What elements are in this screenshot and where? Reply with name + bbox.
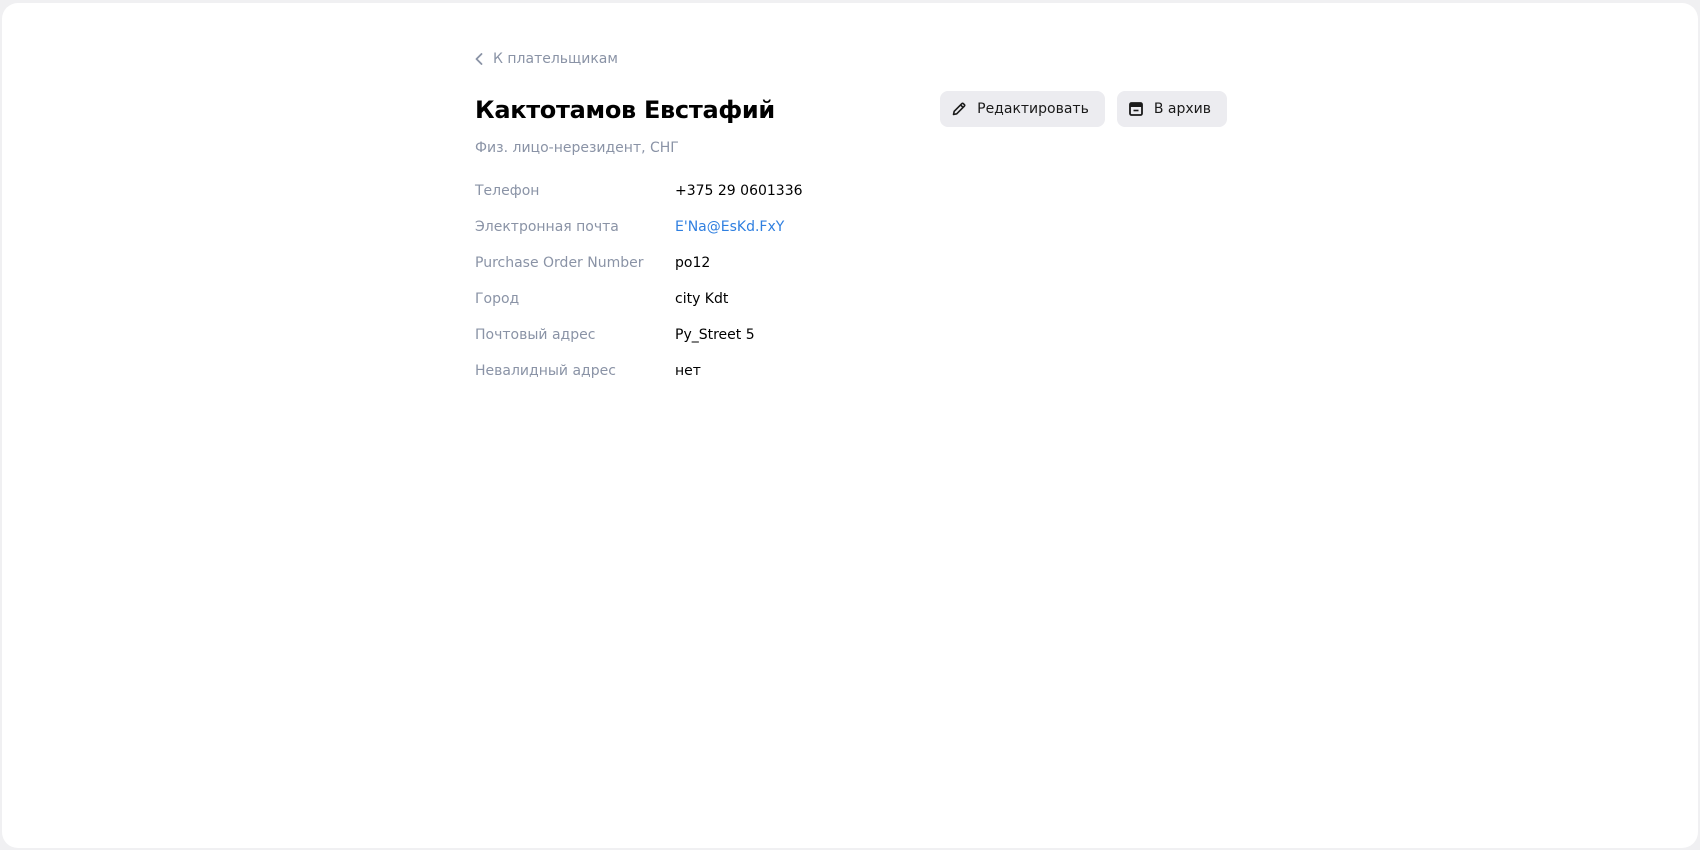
property-row-po-number: Purchase Order Number po12 bbox=[475, 255, 1075, 291]
pencil-icon bbox=[950, 100, 968, 118]
back-to-payers-link[interactable]: К плательщикам bbox=[475, 51, 618, 67]
property-label: Город bbox=[475, 291, 520, 307]
property-label: Purchase Order Number bbox=[475, 255, 644, 271]
property-row-phone: Телефон +375 29 0601336 bbox=[475, 183, 1075, 219]
property-value-invalid-address: нет bbox=[675, 363, 701, 379]
property-label: Электронная почта bbox=[475, 219, 619, 235]
archive-button[interactable]: В архив bbox=[1116, 91, 1227, 127]
property-row-city: Город city Kdt bbox=[475, 291, 1075, 327]
property-label: Телефон bbox=[475, 183, 540, 199]
property-value-city: city Kdt bbox=[675, 291, 729, 307]
edit-button-label: Редактировать bbox=[977, 101, 1089, 117]
property-value-po-number: po12 bbox=[675, 255, 711, 271]
page-title: Кактотамов Евстафий bbox=[475, 96, 775, 124]
property-value-postal-address: Py_Street 5 bbox=[675, 327, 755, 343]
property-row-invalid-address: Невалидный адрес нет bbox=[475, 363, 1075, 399]
page-frame: К плательщикам Кактотамов Евстафий Физ. … bbox=[2, 3, 1698, 848]
edit-button[interactable]: Редактировать bbox=[940, 91, 1105, 127]
property-row-email: Электронная почта E'Na@EsKd.FxY bbox=[475, 219, 1075, 255]
archive-button-label: В архив bbox=[1153, 101, 1211, 117]
email-link[interactable]: E'Na@EsKd.FxY bbox=[675, 219, 784, 235]
property-value-phone: +375 29 0601336 bbox=[675, 183, 803, 199]
header-actions: Редактировать В архив bbox=[940, 91, 1227, 127]
property-label: Невалидный адрес bbox=[475, 363, 616, 379]
payer-type-subtitle: Физ. лицо-нерезидент, СНГ bbox=[475, 140, 679, 156]
archive-box-icon bbox=[1127, 100, 1145, 118]
property-row-postal-address: Почтовый адрес Py_Street 5 bbox=[475, 327, 1075, 363]
chevron-left-icon bbox=[475, 53, 483, 65]
back-link-label: К плательщикам bbox=[493, 51, 618, 67]
properties-list: Телефон +375 29 0601336 Электронная почт… bbox=[475, 183, 1075, 399]
property-label: Почтовый адрес bbox=[475, 327, 596, 343]
